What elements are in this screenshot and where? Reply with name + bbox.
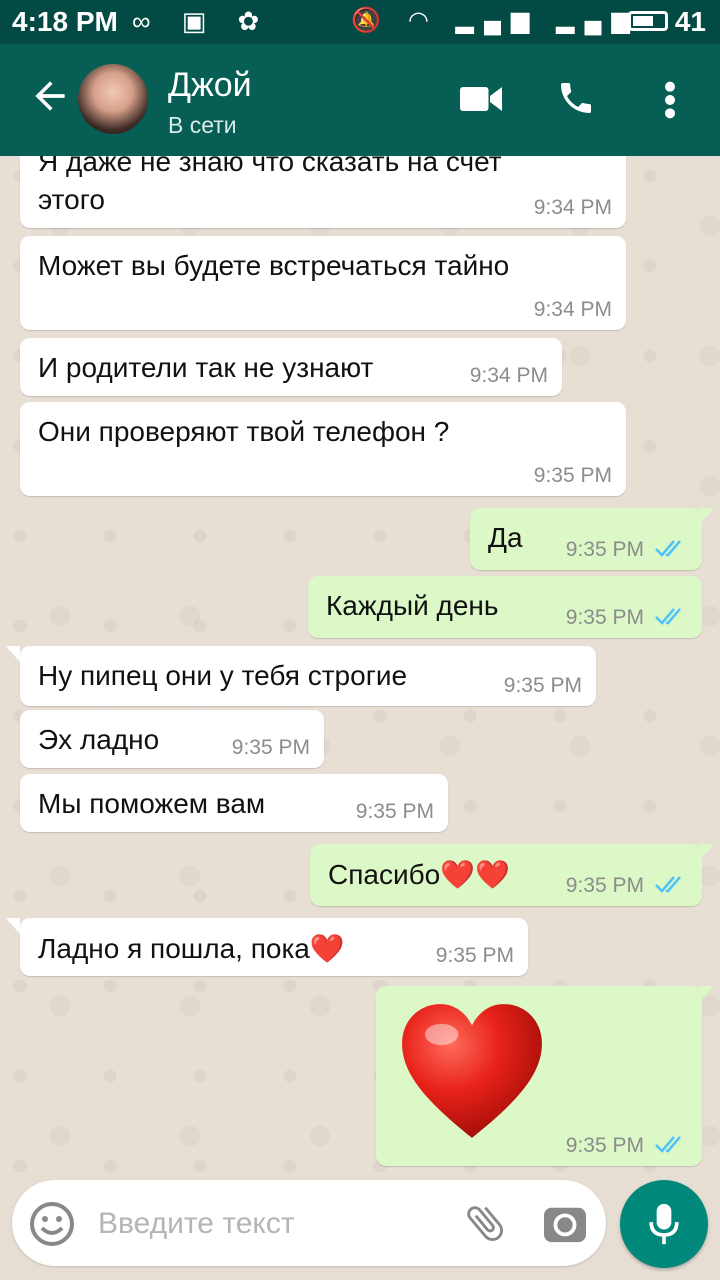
contact-status: В сети <box>168 112 237 138</box>
emoji-icon[interactable] <box>28 1200 76 1248</box>
message-time: 9:35 PM <box>533 464 612 487</box>
double-check-icon <box>655 1136 681 1153</box>
message-bubble-outgoing[interactable]: Спасибо❤️❤️ 9:35 PM <box>310 844 702 906</box>
message-time: 9:35 PM <box>565 1134 644 1157</box>
bubble-tail <box>6 646 20 662</box>
message-time: 9:35 PM <box>231 736 310 759</box>
message-bubble-outgoing[interactable]: Каждый день 9:35 PM <box>308 576 702 638</box>
message-input[interactable] <box>96 1198 440 1250</box>
status-time: 4:18 PM <box>12 6 118 37</box>
message-time: 9:35 PM <box>565 874 644 897</box>
message-time: 9:35 PM <box>565 538 644 561</box>
message-text: Спасибо❤️❤️ <box>328 859 510 890</box>
more-vert-icon[interactable] <box>662 80 678 120</box>
message-text: Да <box>488 522 523 553</box>
double-check-icon <box>655 876 681 893</box>
message-text: Каждый день <box>326 590 499 621</box>
message-bubble-incoming[interactable]: Они проверяют твой телефон ? 9:35 PM <box>20 402 626 496</box>
chat-header: Джой В сети <box>0 44 720 156</box>
message-bubble-incoming[interactable]: Мы поможем вам 9:35 PM <box>20 774 448 832</box>
message-bubble-incoming[interactable]: Я даже не знаю что сказать на счет этого… <box>20 156 626 228</box>
paperclip-icon[interactable] <box>462 1200 508 1246</box>
double-check-icon <box>655 540 681 557</box>
video-call-icon[interactable] <box>460 84 502 114</box>
mic-icon <box>649 1203 679 1245</box>
phone-icon[interactable] <box>556 78 596 118</box>
message-time: 9:34 PM <box>533 298 612 321</box>
message-bubble-incoming[interactable]: И родители так не узнают 9:34 PM <box>20 338 562 396</box>
battery-icon <box>628 11 668 31</box>
message-time: 9:34 PM <box>533 196 612 219</box>
status-left-icons: ∞ ▣ ✿ <box>132 6 272 36</box>
message-text: Ладно я пошла, пока❤️ <box>38 933 345 964</box>
camera-icon[interactable] <box>542 1202 588 1244</box>
message-text: И родители так не узнают <box>38 352 374 383</box>
back-arrow-icon[interactable] <box>28 74 72 118</box>
message-bubble-outgoing[interactable]: 9:35 PM <box>376 986 702 1166</box>
message-time: 9:35 PM <box>565 606 644 629</box>
message-text: Может вы будете встречаться тайно <box>38 250 510 281</box>
bubble-tail <box>700 844 714 860</box>
message-bubble-incoming[interactable]: Ну пипец они у тебя строгие 9:35 PM <box>20 646 596 706</box>
message-text: Мы поможем вам <box>38 788 266 819</box>
message-bubble-incoming[interactable]: Ладно я пошла, пока❤️ 9:35 PM <box>20 918 528 976</box>
status-right-icons: 🔕 ◠ ▂▄▆ ▂▄▆ <box>351 7 640 34</box>
message-time: 9:35 PM <box>435 944 514 967</box>
battery-level: 41 <box>674 6 706 37</box>
message-time: 9:35 PM <box>355 800 434 823</box>
bubble-tail <box>6 918 20 934</box>
message-text: Я даже не знаю что сказать на счет <box>38 156 502 177</box>
heart-sticker-icon <box>402 1004 542 1138</box>
message-composer <box>12 1180 606 1266</box>
double-check-icon <box>655 608 681 625</box>
message-time: 9:34 PM <box>469 364 548 387</box>
avatar[interactable] <box>78 64 148 134</box>
message-bubble-incoming[interactable]: Эх ладно 9:35 PM <box>20 710 324 768</box>
status-bar: 4:18 PM ∞ ▣ ✿ 🔕 ◠ ▂▄▆ ▂▄▆ 41 <box>0 0 720 44</box>
chat-area[interactable]: Я даже не знаю что сказать на счет этого… <box>0 156 720 1176</box>
message-time: 9:35 PM <box>503 674 582 697</box>
message-text-line2: этого <box>38 184 105 215</box>
message-text: Ну пипец они у тебя строгие <box>38 660 408 691</box>
message-bubble-incoming[interactable]: Может вы будете встречаться тайно 9:34 P… <box>20 236 626 330</box>
mic-button[interactable] <box>620 1180 708 1268</box>
message-text: Эх ладно <box>38 724 160 755</box>
message-text: Они проверяют твой телефон ? <box>38 416 450 447</box>
message-bubble-outgoing[interactable]: Да 9:35 PM <box>470 508 702 570</box>
bubble-tail <box>700 508 714 524</box>
contact-name[interactable]: Джой <box>168 66 252 105</box>
bubble-tail <box>700 986 714 1002</box>
